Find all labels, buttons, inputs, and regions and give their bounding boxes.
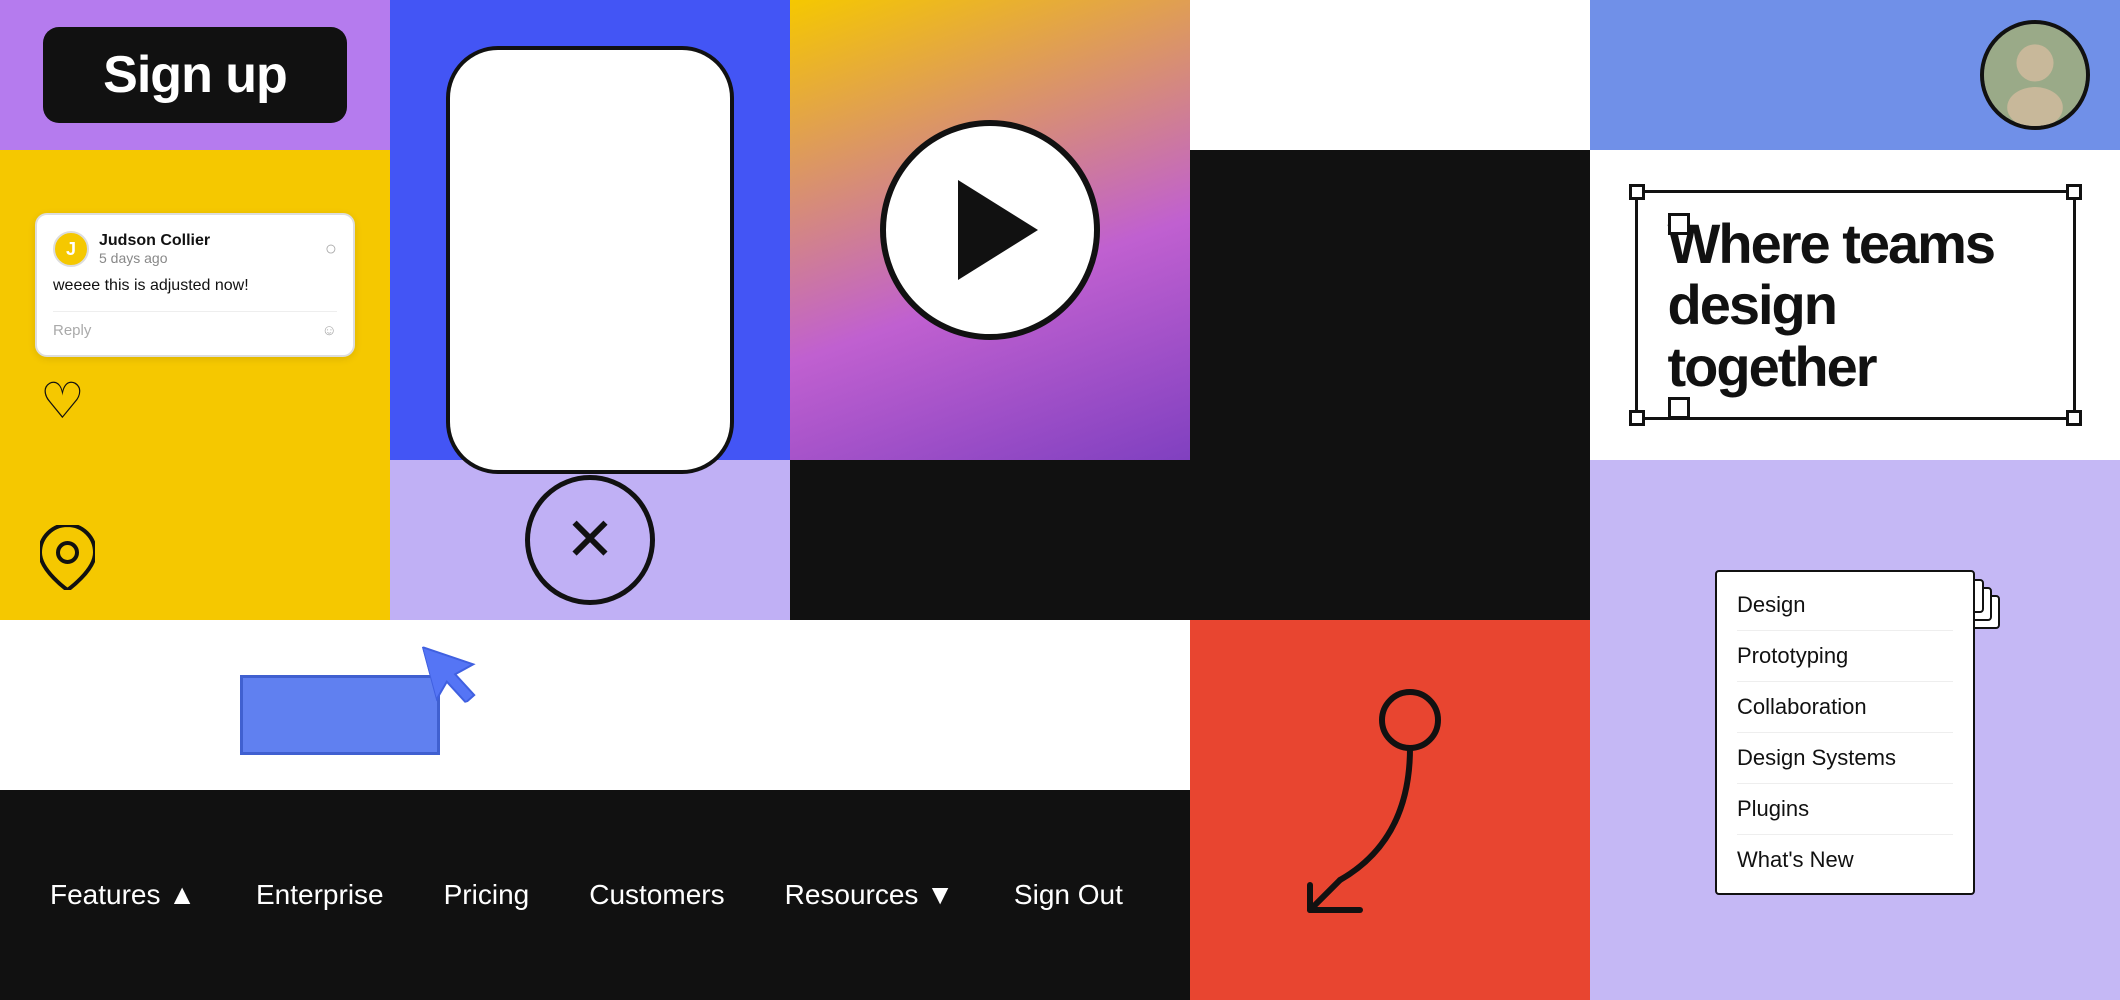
corner-tl bbox=[1629, 184, 1645, 200]
location-pin-icon bbox=[40, 525, 95, 600]
comment-header: J Judson Collier 5 days ago ○ bbox=[53, 231, 337, 267]
menu-item-collaboration[interactable]: Collaboration bbox=[1737, 682, 1953, 733]
comment-card: J Judson Collier 5 days ago ○ weeee this… bbox=[35, 213, 355, 357]
corner-tr bbox=[2066, 184, 2082, 200]
tagline-text: Where teams design together bbox=[1668, 213, 2043, 398]
tagline-box: Where teams design together bbox=[1635, 190, 2076, 421]
menu-card-front: Design Prototyping Collaboration Design … bbox=[1715, 570, 1975, 895]
check-icon: ○ bbox=[325, 238, 337, 261]
gesture-section bbox=[1190, 620, 1590, 1000]
tagline-section: Where teams design together bbox=[1590, 150, 2120, 460]
menu-section: Design Prototyping Collaboration Design … bbox=[1590, 460, 2120, 1000]
comment-text: weeee this is adjusted now! bbox=[53, 277, 337, 295]
play-button[interactable] bbox=[880, 120, 1100, 340]
play-icon bbox=[958, 180, 1038, 280]
yellow-lower bbox=[0, 460, 390, 620]
nav-item-customers[interactable]: Customers bbox=[589, 879, 724, 911]
phone-mockup bbox=[450, 50, 730, 470]
menu-item-whats-new[interactable]: What's New bbox=[1737, 835, 1953, 885]
corner-bl bbox=[1629, 410, 1645, 426]
black-section-2 bbox=[1190, 150, 1590, 460]
signup-button[interactable]: Sign up bbox=[43, 27, 347, 123]
menu-item-design-systems[interactable]: Design Systems bbox=[1737, 733, 1953, 784]
gesture-icon bbox=[1280, 680, 1500, 940]
avatar bbox=[1980, 20, 2090, 130]
comment-section: J Judson Collier 5 days ago ○ weeee this… bbox=[0, 150, 390, 460]
phone-mockup-section bbox=[390, 0, 790, 460]
comment-time: 5 days ago bbox=[99, 250, 210, 266]
avatar-section bbox=[1590, 0, 2120, 150]
corner-br bbox=[2066, 410, 2082, 426]
nav-item-features[interactable]: Features ▲ bbox=[50, 879, 196, 911]
reply-label[interactable]: Reply bbox=[53, 322, 91, 339]
nav-item-pricing[interactable]: Pricing bbox=[444, 879, 530, 911]
menu-item-prototyping[interactable]: Prototyping bbox=[1737, 631, 1953, 682]
menu-stack: Design Prototyping Collaboration Design … bbox=[1715, 570, 1995, 890]
emoji-icon: ☺ bbox=[322, 322, 337, 339]
play-section bbox=[790, 0, 1190, 460]
menu-item-design[interactable]: Design bbox=[1737, 580, 1953, 631]
commenter-avatar: J bbox=[53, 231, 89, 267]
cursor-section bbox=[0, 620, 1190, 790]
nav-item-signout[interactable]: Sign Out bbox=[1014, 879, 1123, 911]
map-pin-icon: ♡ bbox=[40, 372, 85, 430]
close-section: ✕ bbox=[390, 460, 790, 620]
white-top-section bbox=[1190, 0, 1590, 150]
signup-section: Sign up bbox=[0, 0, 390, 150]
nav-item-resources[interactable]: Resources ▼ bbox=[785, 879, 954, 911]
black-section-3 bbox=[1190, 460, 1590, 620]
menu-item-plugins[interactable]: Plugins bbox=[1737, 784, 1953, 835]
close-icon[interactable]: ✕ bbox=[525, 475, 655, 605]
nav-item-enterprise[interactable]: Enterprise bbox=[256, 879, 384, 911]
comment-reply-area[interactable]: Reply ☺ bbox=[53, 311, 337, 339]
blue-rectangle bbox=[240, 675, 440, 755]
commenter-name: Judson Collier bbox=[99, 232, 210, 250]
black-section-1 bbox=[790, 460, 1190, 620]
navigation-bar: Features ▲ Enterprise Pricing Customers … bbox=[0, 790, 1190, 1000]
